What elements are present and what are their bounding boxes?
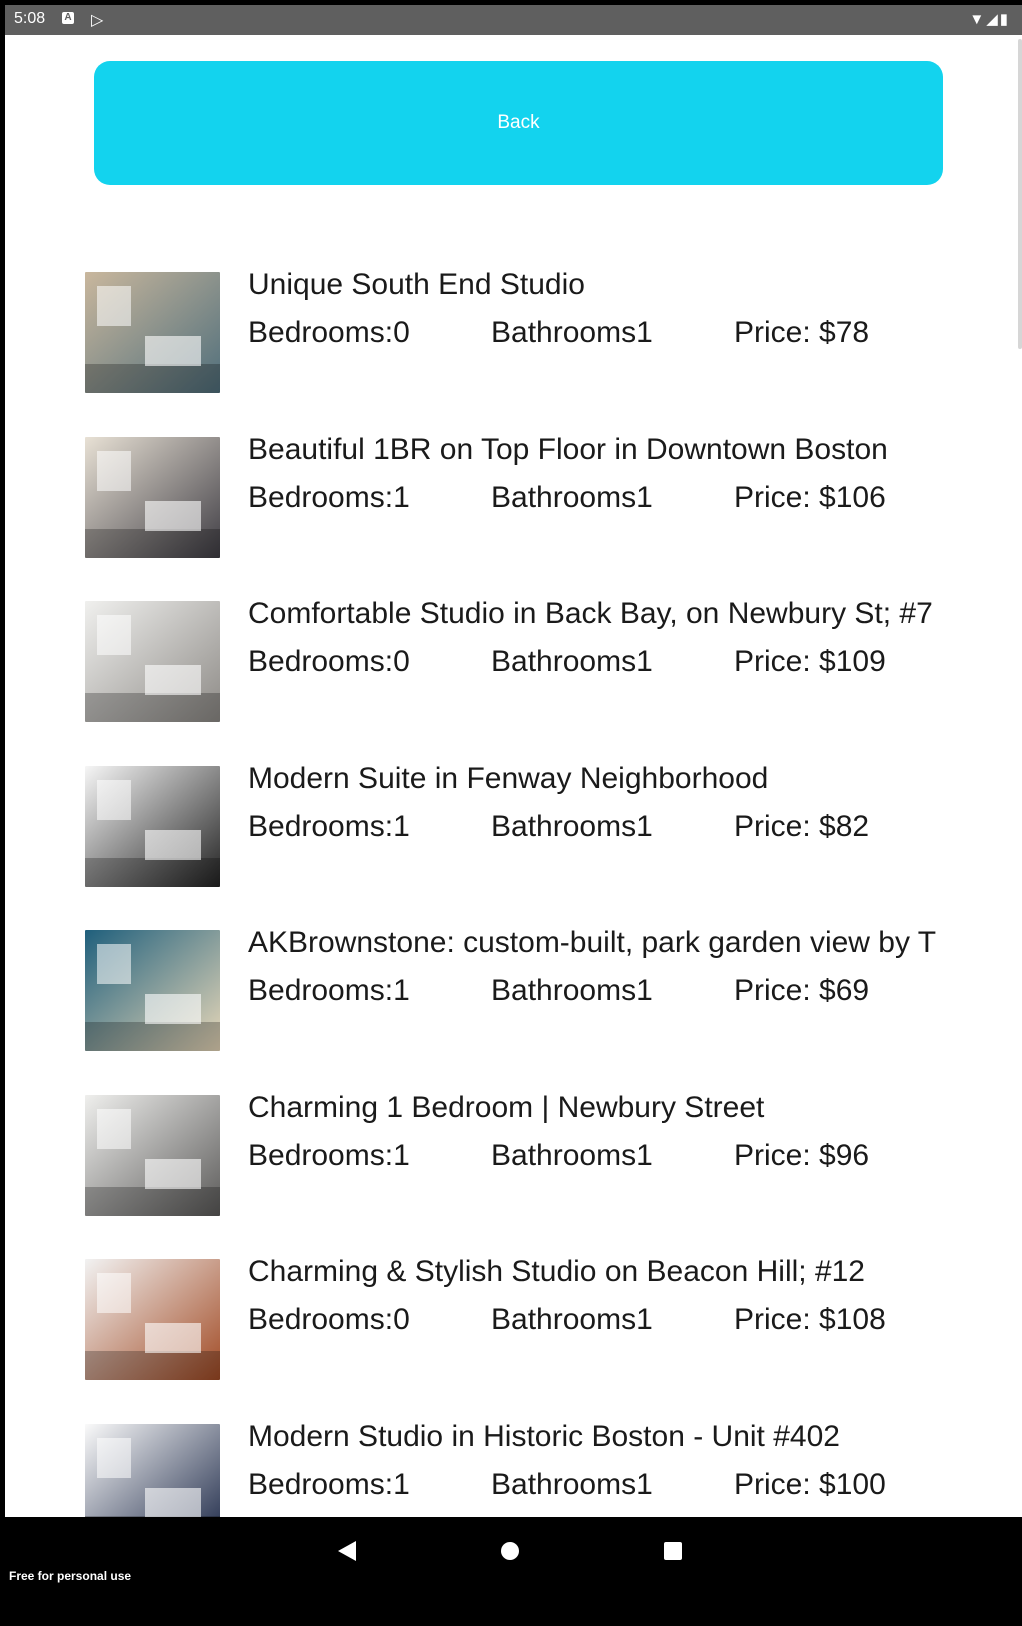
listing-bathrooms: Bathrooms1 <box>491 1303 653 1336</box>
listing-bedrooms: Bedrooms:0 <box>248 316 410 349</box>
listing-price: Price: $82 <box>734 809 870 843</box>
text-a-icon: A <box>62 12 74 24</box>
nav-back-icon[interactable] <box>338 1541 356 1561</box>
listing-item[interactable]: Modern Suite in Fenway Neighborhood Bedro… <box>5 759 1022 889</box>
listing-price: Price: $78 <box>734 316 870 349</box>
back-button[interactable]: Back <box>94 61 943 185</box>
listing-item[interactable]: Beautiful 1BR on Top Floor in Downtown B… <box>5 430 1022 560</box>
listing-bedrooms: Bedrooms:1 <box>248 809 410 843</box>
battery-icon: ▮ <box>999 11 1010 28</box>
listing-bedrooms: Bedrooms:1 <box>248 974 410 1007</box>
listing-bathrooms: Bathrooms1 <box>491 809 653 843</box>
listing-bathrooms: Bathrooms1 <box>491 480 653 514</box>
listing-bathrooms: Bathrooms1 <box>491 645 653 678</box>
beacon-hill-studio-photo <box>85 1259 220 1380</box>
listing-title: Comfortable Studio in Back Bay, on Newbu… <box>248 597 933 630</box>
listing-bedrooms: Bedrooms:1 <box>248 1138 410 1172</box>
listing-bedrooms: Bedrooms:1 <box>248 480 410 514</box>
listing-price: Price: $106 <box>734 480 886 514</box>
listing-title: AKBrownstone: custom-built, park garden … <box>248 926 937 959</box>
dining-room-photo <box>85 1094 220 1216</box>
nav-recents-icon[interactable] <box>664 1542 682 1560</box>
listing-price: Price: $96 <box>734 1138 870 1172</box>
listing-item[interactable]: AKBrownstone: custom-built, park garden … <box>5 923 1022 1053</box>
status-bar: 5:08 A ▷ ▼◢▮ <box>5 5 1022 35</box>
listing-title: Charming 1 Bedroom | Newbury Street <box>248 1090 765 1124</box>
listing-item[interactable]: Charming 1 Bedroom | Newbury Street Bedro… <box>5 1088 1022 1218</box>
listing-title: Charming & Stylish Studio on Beacon Hill… <box>248 1255 865 1288</box>
listing-bedrooms: Bedrooms:0 <box>248 645 410 678</box>
bedroom-photo <box>85 601 220 722</box>
status-right-icons: ▼◢▮ <box>969 10 1010 28</box>
living-room-photo <box>85 436 220 558</box>
wifi-icon: ▼ <box>969 11 987 28</box>
watermark-text: Free for personal use <box>9 1569 132 1583</box>
app-screen: 5:08 A ▷ ▼◢▮ Back Unique South End Studi… <box>5 5 1022 1626</box>
listing-bathrooms: Bathrooms1 <box>491 1467 653 1501</box>
listing-title: Modern Suite in Fenway Neighborhood <box>248 761 769 795</box>
listing-item[interactable]: Unique South End Studio Bedrooms:0 Bathroo… <box>5 265 1022 395</box>
listing-bathrooms: Bathrooms1 <box>491 316 653 349</box>
listing-title: Beautiful 1BR on Top Floor in Downtown B… <box>248 432 888 466</box>
status-time: 5:08 <box>14 10 46 27</box>
navigation-bar: Free for personal use <box>5 1517 1022 1626</box>
listing-price: Price: $108 <box>734 1303 886 1336</box>
listing-title: Modern Studio in Historic Boston - Unit … <box>248 1419 840 1453</box>
listing-bathrooms: Bathrooms1 <box>491 1138 653 1172</box>
listing-item[interactable]: Comfortable Studio in Back Bay, on Newbu… <box>5 594 1022 724</box>
suite-photo <box>85 765 220 887</box>
listing-item[interactable]: Charming & Stylish Studio on Beacon Hill… <box>5 1252 1022 1382</box>
listing-price: Price: $100 <box>734 1467 886 1501</box>
signal-icon: ◢ <box>986 11 1000 28</box>
play-store-icon: ▷ <box>91 12 104 29</box>
listing-bedrooms: Bedrooms:0 <box>248 1303 410 1336</box>
listing-title: Unique South End Studio <box>248 268 585 301</box>
listing-bedrooms: Bedrooms:1 <box>248 1467 410 1501</box>
listing-bathrooms: Bathrooms1 <box>491 974 653 1007</box>
nav-home-icon[interactable] <box>501 1542 519 1560</box>
listing-price: Price: $69 <box>734 974 870 1007</box>
listing-price: Price: $109 <box>734 645 886 678</box>
brownstone-photo <box>85 930 220 1051</box>
studio-room-photo <box>85 272 220 393</box>
